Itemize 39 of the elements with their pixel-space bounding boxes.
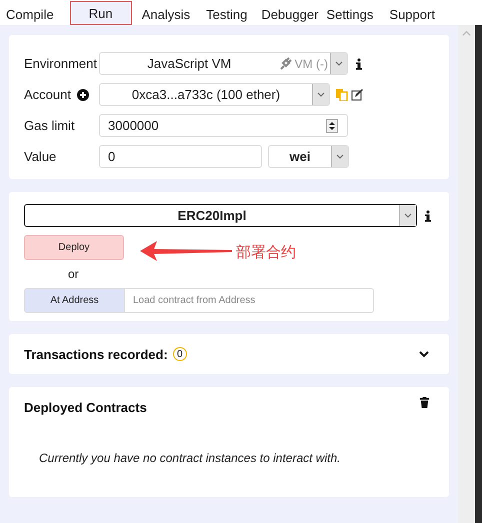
scrollbar-track[interactable]: [458, 25, 475, 523]
address-field[interactable]: Load contract from Address: [125, 288, 374, 313]
caret-icon[interactable]: [399, 205, 416, 226]
tab[interactable]: Debugger: [261, 3, 318, 25]
account-select[interactable]: 0xca3...a733c (100 ether): [99, 83, 330, 106]
spinner-icon[interactable]: [325, 118, 339, 132]
contract-select[interactable]: ERC20Impl: [24, 204, 417, 227]
deployed-title: Deployed Contracts: [24, 400, 147, 415]
transactions-title: Transactions recorded: 0: [24, 346, 187, 362]
field-label: Gas limit: [24, 118, 76, 133]
vm-status: VM (-): [278, 56, 328, 70]
count-badge: 0: [172, 347, 187, 361]
at-address-button[interactable]: At Address: [24, 288, 125, 313]
info-icon[interactable]: [422, 210, 434, 222]
tab[interactable]: Testing: [206, 3, 248, 25]
environment-select[interactable]: JavaScript VM VM (-): [99, 52, 348, 75]
plus-circle-icon[interactable]: [76, 88, 89, 100]
caret-icon[interactable]: [312, 84, 329, 105]
value-field[interactable]: 0: [99, 145, 262, 168]
tab[interactable]: Settings: [326, 3, 374, 25]
annotation-text: 部署合约: [236, 243, 296, 262]
caret-icon[interactable]: [331, 146, 348, 167]
tab[interactable]: Compile: [6, 3, 54, 25]
or-text: or: [68, 267, 80, 281]
unit-select[interactable]: wei: [268, 145, 349, 168]
field-label: Account: [24, 87, 99, 102]
gas-limit-field[interactable]: 3000000: [99, 114, 348, 137]
caret-icon[interactable]: [330, 53, 347, 74]
field-label: Environment: [24, 56, 98, 71]
tab[interactable]: Analysis: [142, 3, 190, 25]
plug-icon: [278, 57, 292, 70]
field-label: Value: [24, 149, 58, 164]
edit-icon[interactable]: [351, 88, 363, 100]
empty-message: Currently you have no contract instances to interact with.: [39, 451, 342, 465]
info-icon[interactable]: [353, 58, 365, 70]
trash-icon[interactable]: [419, 397, 430, 408]
tab[interactable]: Support: [389, 3, 435, 25]
deploy-button[interactable]: Deploy: [24, 235, 124, 260]
tab[interactable]: Run: [70, 1, 132, 25]
